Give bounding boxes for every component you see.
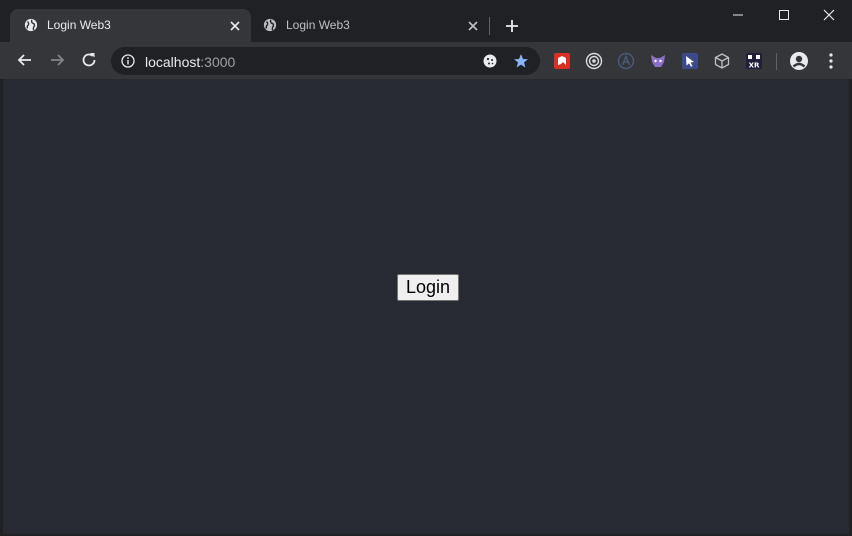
minimize-icon xyxy=(733,14,743,16)
toolbar-separator xyxy=(776,53,777,70)
cube-icon[interactable] xyxy=(713,52,731,70)
xr-icon[interactable]: XR xyxy=(745,52,763,70)
browser-window: Login Web3 Login Web3 localhost:3000 XR … xyxy=(0,0,852,536)
url-port: :3000 xyxy=(200,54,236,70)
a-circle-icon[interactable] xyxy=(617,52,635,70)
forward-arrow-icon[interactable] xyxy=(47,50,67,70)
close-tab-icon[interactable] xyxy=(227,18,243,34)
tab-active[interactable]: Login Web3 xyxy=(10,9,251,42)
tab-title: Login Web3 xyxy=(47,18,111,32)
target-icon[interactable] xyxy=(585,52,603,70)
url-text: localhost:3000 xyxy=(145,54,235,70)
login-button[interactable]: Login xyxy=(397,274,459,301)
profile-avatar-icon[interactable] xyxy=(789,51,809,71)
fox-icon[interactable] xyxy=(649,52,667,70)
close-tab-icon[interactable] xyxy=(465,18,481,34)
tab-strip: Login Web3 Login Web3 xyxy=(0,0,852,42)
tab-separator xyxy=(489,17,490,35)
bookmark-star-icon[interactable] xyxy=(513,53,529,69)
close-window-button[interactable] xyxy=(806,0,852,30)
globe-icon xyxy=(263,18,277,32)
tab-inactive[interactable]: Login Web3 xyxy=(251,9,489,42)
maximize-icon xyxy=(779,10,789,20)
url-host: localhost xyxy=(145,54,201,70)
new-tab-plus-icon[interactable] xyxy=(501,15,523,37)
globe-icon xyxy=(24,18,38,32)
info-icon[interactable] xyxy=(121,54,135,68)
page-content: Login xyxy=(3,79,849,534)
browser-toolbar: localhost:3000 XR xyxy=(0,42,852,79)
tab-title: Login Web3 xyxy=(286,18,350,32)
cookie-icon[interactable] xyxy=(482,53,498,69)
reload-icon[interactable] xyxy=(79,50,99,70)
svg-text:XR: XR xyxy=(749,62,760,70)
kebab-menu-icon[interactable] xyxy=(823,51,839,71)
minimize-button[interactable] xyxy=(715,0,761,30)
back-arrow-icon[interactable] xyxy=(15,50,35,70)
red-extension-icon[interactable] xyxy=(553,52,571,70)
cursor-icon[interactable] xyxy=(681,52,699,70)
address-bar[interactable]: localhost:3000 xyxy=(111,47,540,75)
maximize-button[interactable] xyxy=(761,0,807,30)
close-icon xyxy=(823,9,835,21)
